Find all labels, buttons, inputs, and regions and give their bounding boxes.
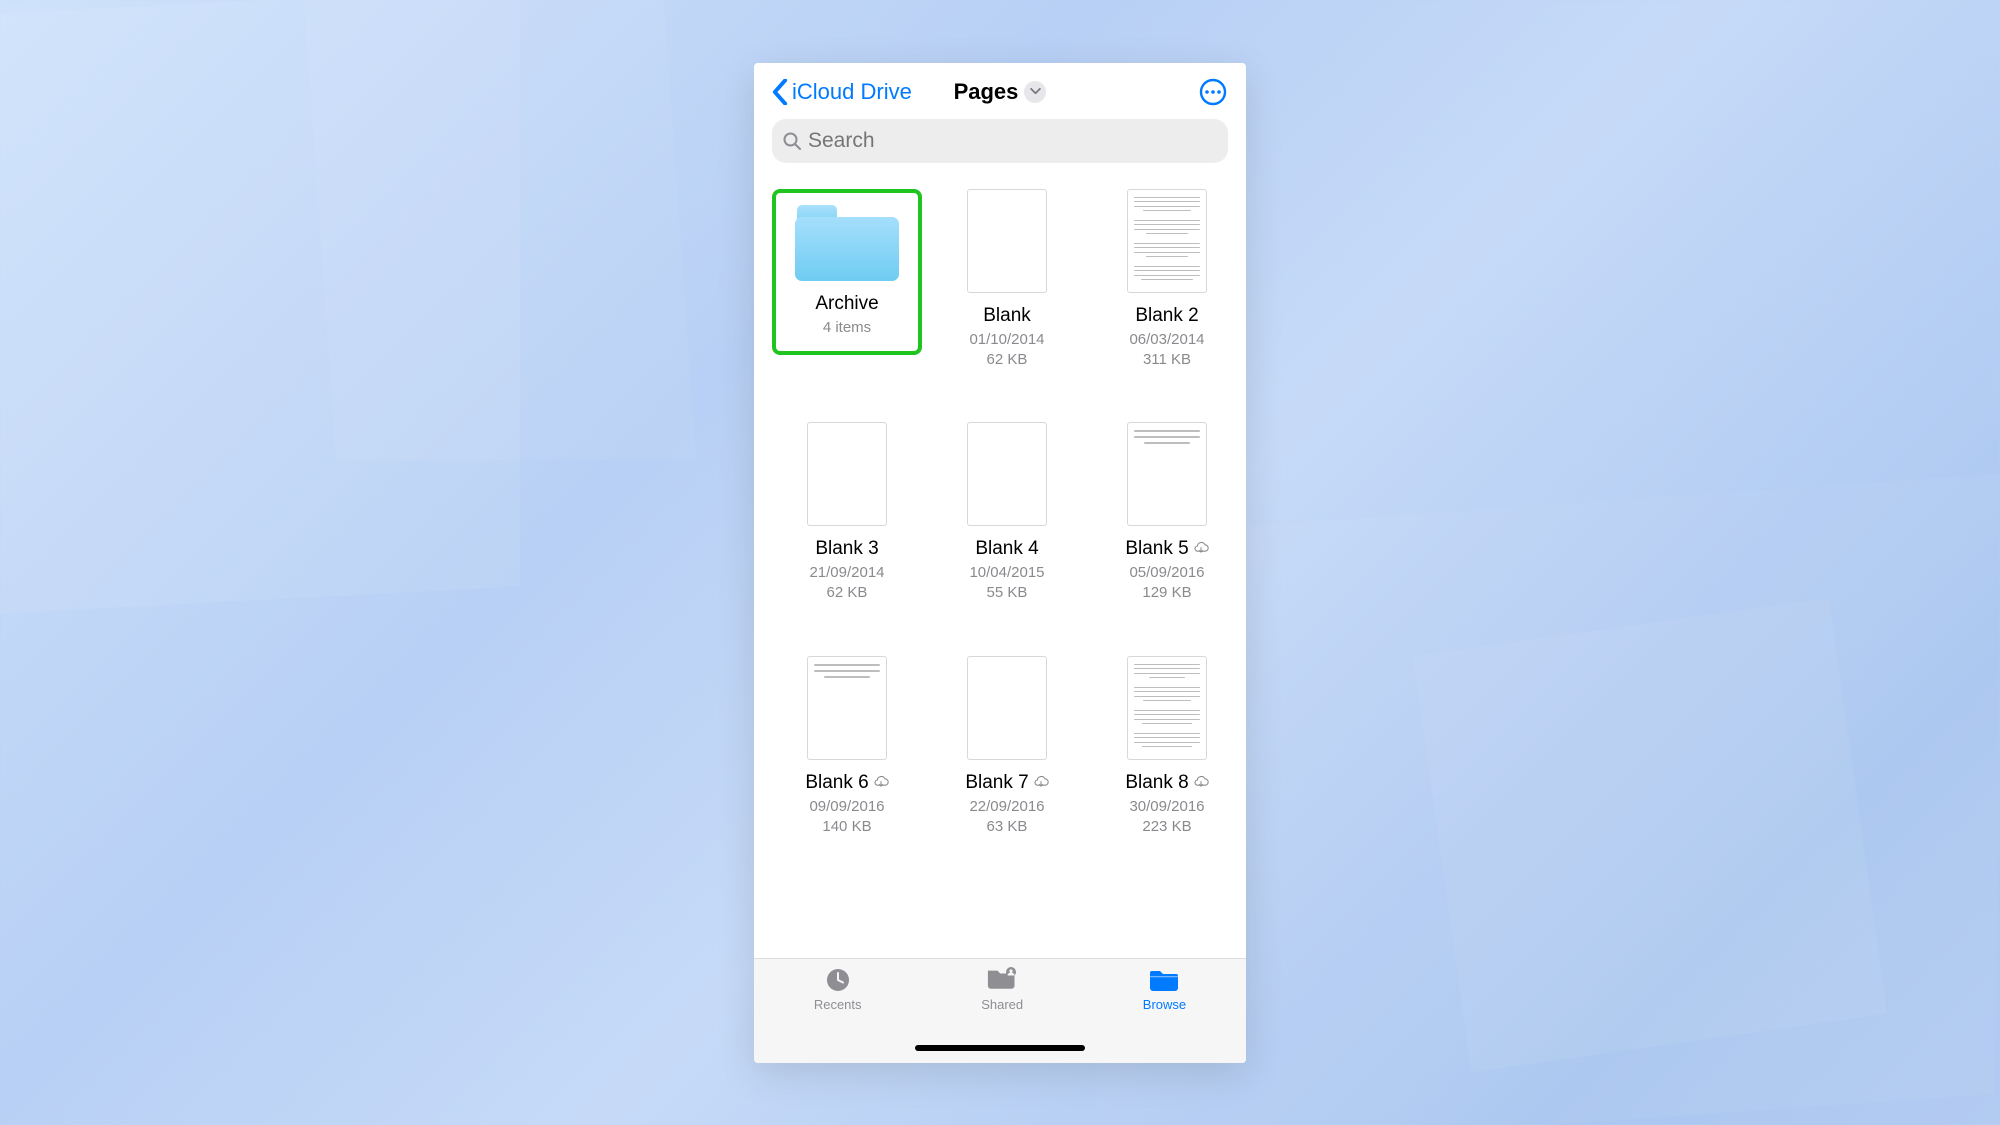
- cloud-download-icon: [1193, 772, 1209, 794]
- file-item[interactable]: Blank 4 10/04/201555 KB: [932, 422, 1082, 604]
- page-title: Pages: [954, 79, 1019, 105]
- file-item[interactable]: Blank 3 21/09/201462 KB: [772, 422, 922, 604]
- document-thumb: [1127, 189, 1207, 293]
- document-thumb: [967, 656, 1047, 760]
- folder-item[interactable]: Archive 4 items: [772, 189, 922, 371]
- item-subtitle: 22/09/201663 KB: [969, 797, 1044, 838]
- cloud-download-icon: [873, 772, 889, 794]
- folder-selection-highlight: Archive 4 items: [772, 189, 922, 355]
- file-item[interactable]: Blank 2 06/03/2014311 KB: [1092, 189, 1242, 371]
- folder-icon: [1148, 967, 1180, 993]
- search-bar-wrap: [754, 115, 1246, 171]
- item-name: Blank 7: [965, 772, 1048, 794]
- back-label: iCloud Drive: [792, 79, 912, 105]
- item-subtitle: 30/09/2016223 KB: [1129, 797, 1204, 838]
- ellipsis-circle-icon: [1198, 77, 1228, 107]
- search-input[interactable]: [808, 129, 1218, 153]
- file-item[interactable]: Blank 6 09/09/2016140 KB: [772, 656, 922, 838]
- tab-shared[interactable]: Shared: [981, 967, 1023, 1012]
- files-app-window: iCloud Drive Pages: [754, 63, 1246, 1063]
- tab-label: Shared: [981, 997, 1023, 1012]
- document-thumb: [967, 422, 1047, 526]
- tab-browse[interactable]: Browse: [1143, 967, 1186, 1012]
- title-dropdown-button[interactable]: [1024, 81, 1046, 103]
- more-button[interactable]: [1198, 77, 1228, 107]
- item-name: Blank 2: [1135, 305, 1198, 327]
- back-button[interactable]: iCloud Drive: [772, 79, 912, 105]
- file-grid-scroll[interactable]: Archive 4 items Blank 01/10/201462 KB Bl…: [754, 171, 1246, 958]
- item-subtitle: 4 items: [823, 318, 871, 338]
- item-name: Blank 5: [1125, 538, 1208, 560]
- item-name: Blank: [983, 305, 1031, 327]
- item-subtitle: 06/03/2014311 KB: [1129, 330, 1204, 371]
- item-subtitle: 01/10/201462 KB: [969, 330, 1044, 371]
- home-indicator: [915, 1045, 1085, 1051]
- cloud-download-icon: [1033, 772, 1049, 794]
- clock-icon: [822, 967, 854, 993]
- tab-bar: Recents Shared Browse: [754, 958, 1246, 1063]
- cloud-download-icon: [1193, 538, 1209, 560]
- shared-folder-icon: [986, 967, 1018, 993]
- search-icon: [782, 131, 802, 151]
- item-subtitle: 09/09/2016140 KB: [809, 797, 884, 838]
- item-name: Blank 8: [1125, 772, 1208, 794]
- tab-recents[interactable]: Recents: [814, 967, 862, 1012]
- file-item[interactable]: Blank 01/10/201462 KB: [932, 189, 1082, 371]
- item-name: Archive: [815, 293, 878, 315]
- file-item[interactable]: Blank 7 22/09/201663 KB: [932, 656, 1082, 838]
- file-item[interactable]: Blank 8 30/09/2016223 KB: [1092, 656, 1242, 838]
- document-thumb: [1127, 422, 1207, 526]
- chevron-left-icon: [772, 79, 788, 105]
- item-name: Blank 4: [975, 538, 1038, 560]
- search-bar[interactable]: [772, 119, 1228, 163]
- folder-open-icon: [795, 203, 899, 281]
- tab-label: Browse: [1143, 997, 1186, 1012]
- document-thumb: [807, 422, 887, 526]
- document-thumb: [807, 656, 887, 760]
- item-name: Blank 6: [805, 772, 888, 794]
- file-grid: Archive 4 items Blank 01/10/201462 KB Bl…: [754, 171, 1246, 878]
- tab-label: Recents: [814, 997, 862, 1012]
- document-thumb: [967, 189, 1047, 293]
- nav-bar: iCloud Drive Pages: [754, 69, 1246, 115]
- item-subtitle: 21/09/201462 KB: [809, 563, 884, 604]
- chevron-down-icon: [1030, 88, 1041, 95]
- file-item[interactable]: Blank 5 05/09/2016129 KB: [1092, 422, 1242, 604]
- item-subtitle: 05/09/2016129 KB: [1129, 563, 1204, 604]
- item-subtitle: 10/04/201555 KB: [969, 563, 1044, 604]
- item-name: Blank 3: [815, 538, 878, 560]
- document-thumb: [1127, 656, 1207, 760]
